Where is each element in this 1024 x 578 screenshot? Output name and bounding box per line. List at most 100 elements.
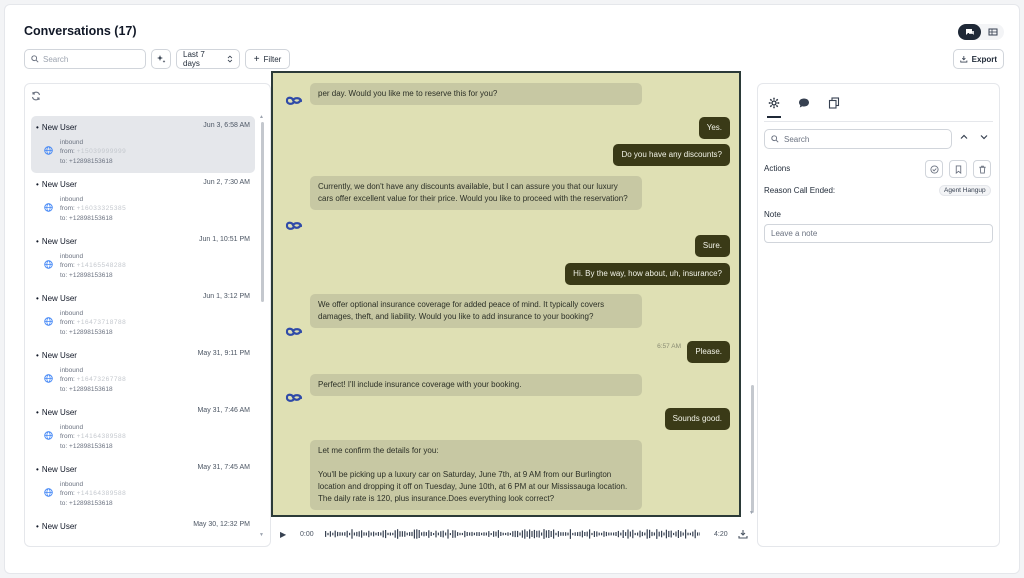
conversation-item[interactable]: New User Jun 3, 6:58 AM inbound from: +1…	[31, 116, 255, 173]
trash-icon	[978, 165, 986, 174]
delete-button[interactable]	[973, 160, 991, 178]
conversation-item[interactable]: New User May 30, 12:32 PM	[31, 515, 255, 546]
reason-badge: Agent Hangup	[939, 185, 991, 196]
agent-avatar-icon	[285, 514, 303, 517]
conversation-item[interactable]: New User May 31, 7:46 AM inbound from: +…	[31, 401, 255, 458]
chat-scrollbar[interactable]	[751, 385, 754, 513]
agent-message: Currently, we don't have any discounts a…	[310, 176, 642, 210]
search-icon	[771, 135, 779, 143]
to-line: to: +12898153618	[60, 385, 113, 393]
from-line: from: +16473718788	[60, 318, 126, 327]
conversation-item[interactable]: New User Jun 1, 3:12 PM inbound from: +1…	[31, 287, 255, 344]
conversation-meta: inbound from: +14164389588 to: +12898153…	[60, 480, 126, 508]
from-line: from: +14165548288	[60, 261, 126, 270]
conversation-meta: inbound from: +15039999999 to: +12898153…	[60, 138, 126, 166]
chevron-up-icon[interactable]	[959, 132, 969, 142]
message-timestamp: 6:57 AM	[657, 343, 681, 350]
list-scrollbar[interactable]	[261, 122, 264, 302]
conversation-name: New User	[36, 351, 77, 360]
chat-scroll-down-arrow[interactable]: ▼	[749, 510, 754, 516]
conversation-item[interactable]: New User Jun 1, 10:51 PM inbound from: +…	[31, 230, 255, 287]
chevron-updown-icon	[227, 55, 233, 63]
user-message: Do you have any discounts?	[613, 144, 730, 166]
globe-icon	[44, 488, 53, 497]
from-line: from: +15039999999	[60, 147, 126, 156]
message-text: Perfect! I'll include insurance coverage…	[318, 380, 522, 389]
from-label: from:	[60, 490, 75, 498]
to-line: to: +12898153618	[60, 271, 113, 279]
conversation-name: New User	[36, 123, 77, 132]
from-line: from: +14164389588	[60, 489, 126, 498]
conversation-list-panel: New User Jun 3, 6:58 AM inbound from: +1…	[24, 83, 271, 547]
view-toggle[interactable]	[958, 24, 1004, 40]
conversation-name: New User	[36, 294, 77, 303]
to-line: to: +12898153618	[60, 442, 113, 450]
message-text: Do you have any discounts?	[621, 150, 722, 159]
message-text: per day. Would you like me to reserve th…	[318, 89, 498, 98]
call-direction: inbound	[60, 367, 84, 374]
to-line: to: +12898153618	[60, 214, 113, 222]
conversation-name: New User	[36, 522, 77, 531]
agent-avatar-icon	[285, 393, 303, 402]
documents-tab-icon[interactable]	[828, 96, 840, 109]
search-icon	[31, 55, 39, 63]
conversation-date: Jun 2, 7:30 AM	[203, 179, 250, 186]
transcript-search-input[interactable]	[784, 134, 944, 144]
scroll-down-arrow[interactable]: ▼	[259, 532, 264, 538]
transcript-search[interactable]	[764, 129, 952, 149]
note-input[interactable]	[764, 224, 993, 243]
from-label: from:	[60, 205, 75, 213]
ai-sparkle-button[interactable]	[151, 49, 171, 69]
message-text: Hi. By the way, how about, uh, insurance…	[573, 269, 722, 278]
message-text-continued: You'll be picking up a luxury car on Sat…	[318, 470, 628, 503]
table-view-icon[interactable]	[981, 24, 1004, 40]
call-direction: inbound	[60, 424, 84, 431]
message-text: Please.	[695, 347, 722, 356]
call-direction: inbound	[60, 253, 84, 260]
message-text: Sure.	[702, 241, 722, 250]
agent-message: Perfect! I'll include insurance coverage…	[310, 374, 642, 396]
conversation-name: New User	[36, 465, 77, 474]
conversation-meta: inbound from: +16473718788 to: +12898153…	[60, 309, 126, 337]
message-text: We offer optional insurance coverage for…	[318, 300, 605, 321]
refresh-icon[interactable]	[31, 91, 41, 101]
from-number: +14164389588	[76, 433, 127, 441]
from-label: from:	[60, 433, 75, 441]
date-range-select[interactable]: Last 7 days	[176, 49, 240, 69]
conversation-search[interactable]	[24, 49, 146, 69]
search-input[interactable]	[43, 54, 138, 64]
conversation-meta: inbound from: +16473267788 to: +12898153…	[60, 366, 126, 394]
conversation-date: Jun 1, 3:12 PM	[202, 293, 250, 300]
bookmark-button[interactable]	[949, 160, 967, 178]
from-label: from:	[60, 148, 75, 156]
conversation-item[interactable]: New User May 31, 9:11 PM inbound from: +…	[31, 344, 255, 401]
conversation-list: New User Jun 3, 6:58 AM inbound from: +1…	[31, 116, 255, 546]
from-line: from: +14164389588	[60, 432, 126, 441]
agent-message: per day. Would you like me to reserve th…	[310, 83, 642, 105]
filter-button[interactable]: + Filter	[245, 49, 290, 69]
conversation-item[interactable]: New User May 31, 7:45 AM inbound from: +…	[31, 458, 255, 515]
agent-avatar-icon	[285, 221, 303, 230]
from-number: +14165548288	[76, 262, 127, 270]
play-icon[interactable]: ▶	[280, 530, 290, 539]
mark-reviewed-button[interactable]	[925, 160, 943, 178]
page-title: Conversations (17)	[24, 24, 137, 38]
chat-tab-icon[interactable]	[798, 96, 810, 108]
settings-tab-icon[interactable]	[767, 96, 781, 118]
chat-view-icon[interactable]	[958, 24, 981, 40]
to-line: to: +12898153618	[60, 499, 113, 507]
agent-avatar-icon	[285, 327, 303, 336]
conversation-item[interactable]: New User Jun 2, 7:30 AM inbound from: +1…	[31, 173, 255, 230]
chevron-down-icon[interactable]	[979, 132, 989, 142]
download-audio-icon[interactable]	[738, 529, 748, 539]
chat-transcript: per day. Would you like me to reserve th…	[271, 71, 741, 517]
conversation-date: May 30, 12:32 PM	[193, 521, 250, 528]
from-line: from: +16473267788	[60, 375, 126, 384]
conversation-name: New User	[36, 408, 77, 417]
export-button[interactable]: Export	[953, 49, 1004, 69]
user-message: Hi. By the way, how about, uh, insurance…	[565, 263, 730, 285]
globe-icon	[44, 260, 53, 269]
audio-waveform[interactable]	[325, 528, 700, 540]
conversation-name: New User	[36, 237, 77, 246]
scroll-up-arrow[interactable]: ▲	[259, 114, 264, 120]
